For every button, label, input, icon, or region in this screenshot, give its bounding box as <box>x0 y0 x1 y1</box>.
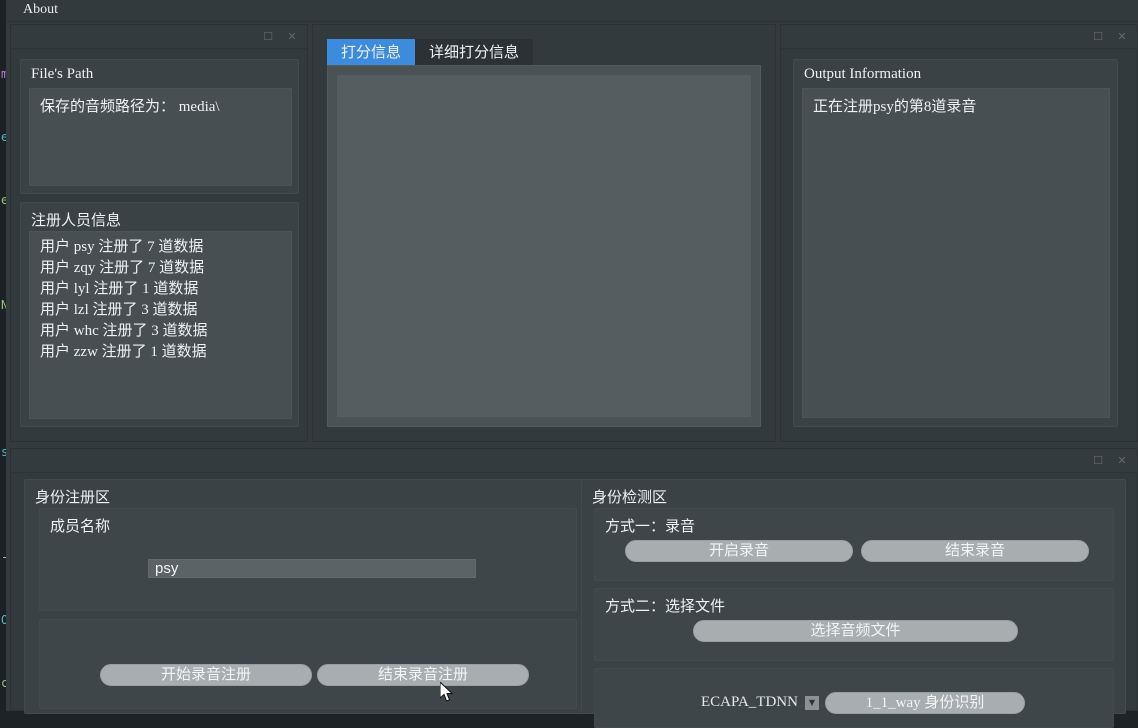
output-information-group-title: Output Information <box>804 66 922 82</box>
work-area: ☐ ✕ File's Path 保存的音频路径为： media\ 注册人员信息 … <box>6 22 1138 728</box>
identity-detection-title: 身份检测区 <box>592 490 668 506</box>
mouse-cursor <box>440 682 454 702</box>
model-identify-group: ECAPA_TDNN ▼ 1_1_way 身份识别 <box>594 668 1114 728</box>
identify-mode-label: 1_1_way <box>865 695 921 711</box>
method-one-group: 方式一：录音 开启录音 结束录音 <box>594 508 1114 581</box>
identity-detection-group: 身份检测区 方式一：录音 开启录音 结束录音 方式二：选择文件 选择音频文件 E… <box>581 479 1126 728</box>
center-dock-panel: 打分信息 详细打分信息 <box>312 24 776 442</box>
right-dock-body: Output Information 正在注册psy的第8道录音 <box>781 49 1137 441</box>
right-dock-titlebar: ☐ ✕ <box>781 25 1137 49</box>
bottom-dock-titlebar: ☐ ✕ <box>11 449 1137 473</box>
right-dock-panel: ☐ ✕ Output Information 正在注册psy的第8道录音 <box>780 24 1138 442</box>
identity-registration-title: 身份注册区 <box>35 490 111 506</box>
float-icon[interactable]: ☐ <box>261 30 275 44</box>
member-name-group: 成员名称 <box>39 508 577 611</box>
register-info-line: 用户 lzl 注册了 3 道数据 <box>40 302 198 318</box>
float-icon[interactable]: ☐ <box>1091 30 1105 44</box>
left-dock-panel: ☐ ✕ File's Path 保存的音频路径为： media\ 注册人员信息 … <box>10 24 308 442</box>
close-icon[interactable]: ✕ <box>1115 30 1129 44</box>
stop-recording-button[interactable]: 结束录音 <box>861 540 1089 562</box>
tab-score-info[interactable]: 打分信息 <box>327 39 416 65</box>
model-select-combobox[interactable]: ECAPA_TDNN ▼ <box>701 694 819 711</box>
bottom-dock-panel: ☐ ✕ 身份注册区 成员名称 开始录音注册 结束录音注册 <box>10 448 1138 728</box>
register-info-line: 用户 zzw 注册了 1 道数据 <box>40 344 207 360</box>
close-icon[interactable]: ✕ <box>285 30 299 44</box>
left-dock-body: File's Path 保存的音频路径为： media\ 注册人员信息 用户 p… <box>11 49 307 441</box>
stop-recording-register-button[interactable]: 结束录音注册 <box>317 664 529 686</box>
model-select-value: ECAPA_TDNN <box>701 694 798 710</box>
tab-detailed-score-info[interactable]: 详细打分信息 <box>415 39 534 65</box>
register-info-line: 用户 zqy 注册了 7 道数据 <box>40 260 205 276</box>
start-recording-button[interactable]: 开启录音 <box>625 540 853 562</box>
register-info-textpane: 用户 psy 注册了 7 道数据 用户 zqy 注册了 7 道数据 用户 lyl… <box>29 231 292 419</box>
select-audio-file-button[interactable]: 选择音频文件 <box>693 620 1018 642</box>
identify-button-label: 身份识别 <box>924 695 985 711</box>
file-path-textpane: 保存的音频路径为： media\ <box>29 88 292 186</box>
chevron-down-icon[interactable]: ▼ <box>804 695 819 710</box>
score-tabbar: 打分信息 详细打分信息 <box>327 39 534 65</box>
score-tab-page <box>327 65 761 427</box>
output-information-group: Output Information 正在注册psy的第8道录音 <box>793 59 1118 427</box>
score-plot-canvas <box>337 75 751 417</box>
application-window: About ☐ ✕ File's Path 保存的音频路径为： media\ 注… <box>6 0 1138 728</box>
method-two-title: 方式二：选择文件 <box>605 599 726 615</box>
registration-buttons-group: 开始录音注册 结束录音注册 <box>39 619 577 709</box>
close-icon[interactable]: ✕ <box>1115 454 1129 468</box>
register-info-line: 用户 whc 注册了 3 道数据 <box>40 323 208 339</box>
output-information-textpane: 正在注册psy的第8道录音 <box>802 88 1110 418</box>
float-icon[interactable]: ☐ <box>1091 454 1105 468</box>
register-info-line: 用户 psy 注册了 7 道数据 <box>40 239 204 255</box>
member-name-title: 成员名称 <box>50 519 111 535</box>
bottom-dock-body: 身份注册区 成员名称 开始录音注册 结束录音注册 身份检测区 方 <box>11 473 1137 728</box>
register-info-group-title: 注册人员信息 <box>31 213 122 229</box>
file-path-group-title: File's Path <box>31 66 94 82</box>
member-name-input[interactable] <box>148 559 476 578</box>
menu-item-about[interactable]: About <box>17 2 64 18</box>
method-two-group: 方式二：选择文件 选择音频文件 <box>594 588 1114 661</box>
left-dock-titlebar: ☐ ✕ <box>11 25 307 49</box>
identity-registration-group: 身份注册区 成员名称 开始录音注册 结束录音注册 <box>24 479 590 714</box>
method-one-title: 方式一：录音 <box>605 519 696 535</box>
start-recording-register-button[interactable]: 开始录音注册 <box>100 664 312 686</box>
file-path-group: File's Path 保存的音频路径为： media\ <box>20 59 299 194</box>
menu-bar: About <box>6 0 1138 22</box>
register-info-line: 用户 lyl 注册了 1 道数据 <box>40 281 199 297</box>
register-info-group: 注册人员信息 用户 psy 注册了 7 道数据 用户 zqy 注册了 7 道数据… <box>20 202 299 427</box>
center-dock-body: 打分信息 详细打分信息 <box>313 25 775 441</box>
